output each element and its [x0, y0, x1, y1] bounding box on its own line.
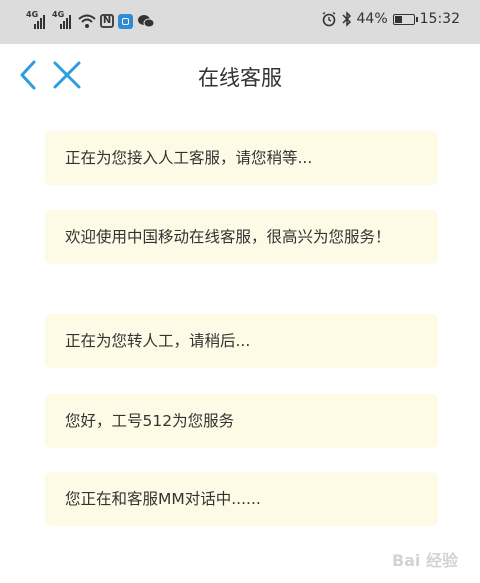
wechat-icon [137, 13, 155, 29]
page-title: 在线客服 [198, 66, 282, 90]
bluetooth-icon [341, 11, 352, 27]
chat-message: 您好，工号512为您服务 [45, 394, 438, 448]
signal-icon: 4G [26, 11, 48, 31]
wifi-icon [78, 13, 96, 29]
battery-percent: 44% [356, 11, 388, 27]
nfc-icon: N [100, 14, 114, 28]
chat-message: 您正在和客服MM对话中...... [45, 472, 438, 526]
battery-icon [392, 13, 418, 25]
nav-bar: 在线客服 [0, 44, 480, 108]
app-notification-icon [118, 13, 133, 29]
baidu-watermark: Bai 经验 [391, 551, 458, 570]
chat-message: 欢迎使用中国移动在线客服，很高兴为您服务！ [45, 210, 438, 264]
signal-icon: 4G [52, 11, 74, 31]
chat-message: 正在为您接入人工客服，请您稍等... [45, 131, 438, 185]
chat-message: 正在为您转人工，请稍后... [45, 314, 438, 368]
status-bar: 4G 4G N 44% 15:32 [0, 0, 480, 44]
clock-time: 15:32 [419, 11, 460, 27]
alarm-icon [321, 11, 337, 27]
